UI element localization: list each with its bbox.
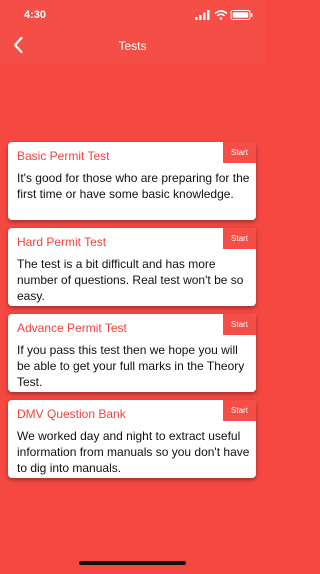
signal-wifi-battery-icon [195,10,253,20]
test-description: We worked day and night to extract usefu… [17,429,250,475]
app-header: 4:30 Tests [0,0,265,64]
test-title: Basic Permit Test [17,149,110,163]
status-time: 4:30 [24,9,47,21]
test-card-basic-permit[interactable]: Basic Permit Test Start It's good for th… [8,142,256,220]
page-title: Tests [118,39,147,53]
start-button[interactable]: Start [223,142,256,163]
test-title: Advance Permit Test [17,321,127,335]
test-title: Hard Permit Test [17,235,107,249]
status-icons [195,9,253,21]
start-button[interactable]: Start [223,228,256,249]
test-title: DMV Question Bank [17,407,126,421]
test-card-advance-permit[interactable]: Advance Permit Test Start If you pass th… [8,314,256,392]
test-description: It's good for those who are preparing fo… [17,171,250,201]
navigation-bar: Tests [0,28,265,64]
test-card-dmv-question-bank[interactable]: DMV Question Bank Start We worked day an… [8,400,256,478]
start-button[interactable]: Start [223,314,256,335]
test-description: If you pass this test then we hope you w… [17,343,245,389]
status-bar: 4:30 [0,0,265,28]
home-indicator [79,561,186,565]
start-button[interactable]: Start [223,400,256,421]
test-card-hard-permit[interactable]: Hard Permit Test Start The test is a bit… [8,228,256,306]
test-description: The test is a bit difficult and has more… [17,257,244,303]
